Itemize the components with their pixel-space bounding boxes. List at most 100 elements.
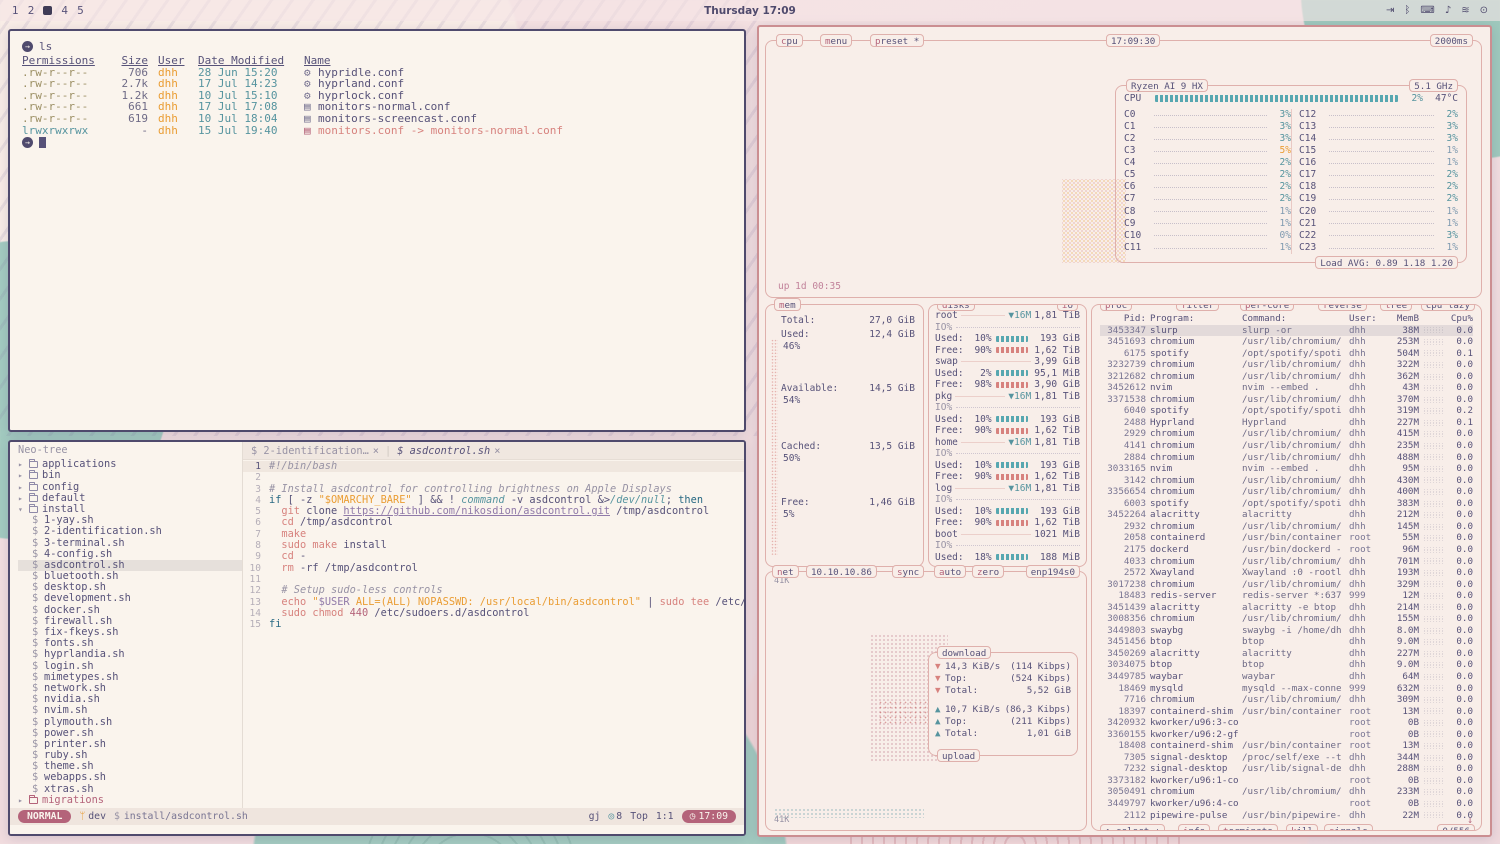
code-line: 15fi xyxy=(243,619,744,630)
process-row[interactable]: 2112pipewire-pulse/usr/bin/pipewire-dhh2… xyxy=(1100,810,1473,822)
process-row[interactable]: 2572XwaylandXwayland :0 -rootldhh193M0.0 xyxy=(1100,567,1473,579)
process-row[interactable]: 3451456btopbtopdhh9.0M0.0 xyxy=(1100,636,1473,648)
process-row[interactable]: 18408containerd-shim/usr/bin/containerro… xyxy=(1100,740,1473,752)
process-row[interactable]: 6003spotify/opt/spotify/spotidhh383M0.0 xyxy=(1100,498,1473,510)
network-icon[interactable]: ≋ xyxy=(1461,5,1469,16)
process-row[interactable]: 3373182kworker/u96:1-coroot0B0.0 xyxy=(1100,775,1473,787)
btop-preset-button[interactable]: preset * xyxy=(870,34,924,47)
process-row[interactable]: 2884chromium/usr/lib/chromium/dhh488M0.0 xyxy=(1100,452,1473,464)
process-row[interactable]: 3008356chromium/usr/lib/chromium/dhh155M… xyxy=(1100,613,1473,625)
cpu-box: cpu menu preset * 17:09:30 2000ms Ryzen … xyxy=(765,40,1482,298)
net-auto-button[interactable]: auto xyxy=(934,565,966,578)
process-row[interactable]: 3017238chromium/usr/lib/chromium/dhh329M… xyxy=(1100,579,1473,591)
tree-file-2-identification.sh[interactable]: $2-identification.sh xyxy=(18,526,242,537)
process-row[interactable]: 4033chromium/usr/lib/chromium/dhh701M0.0 xyxy=(1100,555,1473,567)
process-row[interactable]: 2058containerd/usr/bin/containerroot55M0… xyxy=(1100,532,1473,544)
process-row[interactable]: 7305signal-desktop/proc/self/exe --tdhh3… xyxy=(1100,752,1473,764)
process-row[interactable]: 18469mysqldmysqld --max-conne999632M0.0 xyxy=(1100,683,1473,695)
proc-select-hint[interactable]: ↑ select ↓ xyxy=(1100,824,1165,831)
process-row[interactable]: 7716chromium/usr/lib/chromium/dhh309M0.0 xyxy=(1100,694,1473,706)
process-row[interactable]: 6175spotify/opt/spotify/spotidhh504M0.1 xyxy=(1100,348,1473,360)
disks-tab[interactable]: disks xyxy=(937,304,975,311)
mem-entry: Used:12,4 GiB xyxy=(781,329,915,340)
process-row[interactable]: 6040spotify/opt/spotify/spotidhh319M0.2 xyxy=(1100,405,1473,417)
process-row[interactable]: 3451439alacrittyalacritty -e btopdhh214M… xyxy=(1100,602,1473,614)
process-row[interactable]: 7232signal-desktop/usr/lib/signal-dedhh2… xyxy=(1100,763,1473,775)
process-row[interactable]: 4141chromium/usr/lib/chromium/dhh235M0.0 xyxy=(1100,440,1473,452)
process-row[interactable]: 3449785waybarwaybardhh64M0.0 xyxy=(1100,671,1473,683)
process-row[interactable]: 18397containerd-shim/usr/bin/containerro… xyxy=(1100,706,1473,718)
proc-reverse-button[interactable]: reverse xyxy=(1318,304,1367,311)
process-row[interactable]: 3142chromium/usr/lib/chromium/dhh430M0.0 xyxy=(1100,475,1473,487)
process-row[interactable]: 2175dockerd/usr/bin/dockerd -root96M0.0 xyxy=(1100,544,1473,556)
tree-file-hyprlandia.sh[interactable]: $hyprlandia.sh xyxy=(18,649,242,660)
process-row[interactable]: 3232739chromium/usr/lib/chromium/dhh322M… xyxy=(1100,359,1473,371)
proc-filter-button[interactable]: filter xyxy=(1176,304,1219,311)
tree-file-webapps.sh[interactable]: $webapps.sh xyxy=(18,772,242,783)
power-icon[interactable]: ⊙ xyxy=(1480,5,1488,16)
tree-dir-bin[interactable]: ▸bin xyxy=(18,470,242,481)
process-row[interactable]: 3356654chromium/usr/lib/chromium/dhh400M… xyxy=(1100,486,1473,498)
proc-tree-button[interactable]: tree xyxy=(1380,304,1412,311)
editor-tab-0[interactable]: $ 2-identification…× xyxy=(251,445,379,457)
volume-icon[interactable]: ♪ xyxy=(1445,5,1451,16)
proc-sort-mode[interactable]: cpu lazy xyxy=(1421,304,1475,311)
process-row[interactable]: 3452612nvimnvim --embed .dhh43M0.0 xyxy=(1100,382,1473,394)
process-row[interactable]: 3451693chromium/usr/lib/chromium/dhh253M… xyxy=(1100,336,1473,348)
net-stat-row: ▼Top:(524 Kibps) xyxy=(935,673,1071,685)
process-row[interactable]: 3452264alacrittyalacrittydhh212M0.0 xyxy=(1100,509,1473,521)
prompt-line-2[interactable]: → xyxy=(22,136,732,149)
tree-file-development.sh[interactable]: $development.sh xyxy=(18,593,242,604)
line-number: 14 xyxy=(243,608,269,619)
editor-window: Neo-tree ▸applications▸bin▸config▸defaul… xyxy=(8,440,746,836)
mem-tab[interactable]: mem xyxy=(774,298,801,311)
net-sync-button[interactable]: sync xyxy=(892,565,924,578)
process-row[interactable]: 2932chromium/usr/lib/chromium/dhh145M0.0 xyxy=(1100,521,1473,533)
process-row[interactable]: 3449803swaybgswaybg -i /home/dhdhh8.0M0.… xyxy=(1100,625,1473,637)
process-row[interactable]: 2488HyprlandHyprlanddhh227M0.1 xyxy=(1100,417,1473,429)
process-row[interactable]: 18483redis-serverredis-server *:63799912… xyxy=(1100,590,1473,602)
io-tab[interactable]: io xyxy=(1057,304,1078,311)
script-icon: $ xyxy=(32,649,40,660)
process-row[interactable]: 3360155kworker/u96:2-gfroot0B0.0 xyxy=(1100,729,1473,741)
process-row[interactable]: 3449797kworker/u96:4-coroot0B0.0 xyxy=(1100,798,1473,810)
mem-percent: 54% xyxy=(783,395,800,406)
process-row[interactable]: 3033165nvimnvim --embed .dhh95M0.0 xyxy=(1100,463,1473,475)
terminal-cursor[interactable] xyxy=(39,137,46,148)
btop-interval[interactable]: 2000ms xyxy=(1430,34,1473,47)
net-tab[interactable]: net xyxy=(772,565,799,578)
mem-entry: Free:1,46 GiB xyxy=(781,497,915,508)
disk-entry: boot1021 MiB xyxy=(935,529,1080,541)
script-icon: $ xyxy=(32,705,40,716)
process-row[interactable]: 3212682chromium/usr/lib/chromium/dhh362M… xyxy=(1100,371,1473,383)
close-icon[interactable]: × xyxy=(373,445,379,457)
proc-terminate-button[interactable]: terminate xyxy=(1218,824,1278,831)
btop-tab-cpu[interactable]: cpu xyxy=(776,34,803,47)
close-icon[interactable]: × xyxy=(494,445,500,457)
proc-info-button[interactable]: info xyxy=(1178,824,1210,831)
bluetooth-icon[interactable]: ᛒ xyxy=(1404,5,1410,16)
code-area[interactable]: 1#!/bin/bash23# Install asdcontrol for c… xyxy=(243,460,744,808)
process-row[interactable]: 3450269alacrittyalacrittydhh227M0.0 xyxy=(1100,648,1473,660)
tree-dir-migrations[interactable]: ▸migrations xyxy=(18,795,242,806)
process-row[interactable]: 3420932kworker/u96:3-coroot0B0.0 xyxy=(1100,717,1473,729)
process-row[interactable]: 3034075btopbtopdhh9.0M0.0 xyxy=(1100,659,1473,671)
btop-menu-button[interactable]: menu xyxy=(820,34,852,47)
proc-percore-button[interactable]: per-core xyxy=(1240,304,1294,311)
keyboard-icon[interactable]: ⌨ xyxy=(1420,5,1434,16)
proc-kill-button[interactable]: kill xyxy=(1286,824,1318,831)
process-row[interactable]: 3371538chromium/usr/lib/chromium/dhh370M… xyxy=(1100,394,1473,406)
process-row[interactable]: 3453347slurpslurp -ordhh38M0.0 xyxy=(1100,325,1473,337)
gear-icon: ⚙ xyxy=(304,90,318,102)
screencast-icon[interactable]: ⇥ xyxy=(1386,5,1394,16)
process-row[interactable]: 2929chromium/usr/lib/chromium/dhh415M0.0 xyxy=(1100,428,1473,440)
net-download-label: download xyxy=(937,646,991,659)
tree-file-nvim.sh[interactable]: $nvim.sh xyxy=(18,705,242,716)
editor-tab-1[interactable]: $ asdcontrol.sh× xyxy=(397,445,500,457)
proc-tab[interactable]: proc xyxy=(1100,304,1132,311)
mem-entry: Available:14,5 GiB xyxy=(781,383,915,394)
proc-signals-button[interactable]: signals xyxy=(1324,824,1373,831)
load-average: Load AVG: 0.89 1.18 1.20 xyxy=(1315,256,1458,269)
process-row[interactable]: 3050491chromium/usr/lib/chromium/dhh233M… xyxy=(1100,786,1473,798)
net-zero-button[interactable]: zero xyxy=(972,565,1004,578)
